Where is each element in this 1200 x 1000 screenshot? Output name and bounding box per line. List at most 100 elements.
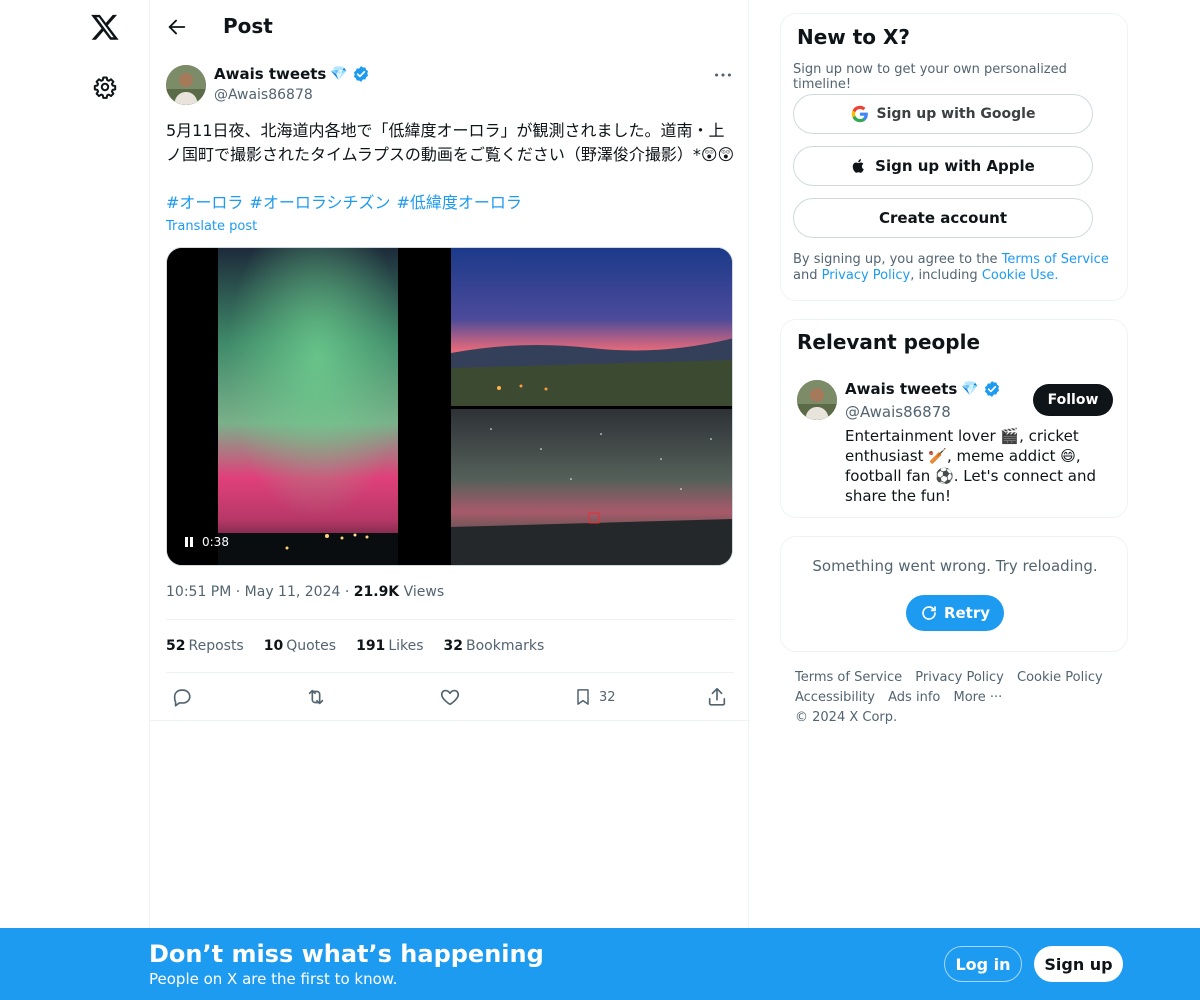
person-name-text: Awais tweets — [845, 380, 958, 398]
video-duration: 0:38 — [202, 535, 229, 549]
engagement-stats: 52 Reposts 10 Quotes 191 Likes 32 Bookmarks — [166, 638, 544, 654]
author-name-text: Awais tweets — [214, 65, 327, 83]
reply-button[interactable] — [171, 684, 193, 710]
retry-button[interactable]: Retry — [906, 595, 1004, 631]
heart-icon — [440, 689, 460, 706]
bookmarks-count: 32 — [443, 638, 464, 654]
verified-badge-icon — [353, 66, 368, 82]
reposts-count: 52 — [166, 638, 186, 654]
page-title: Post — [223, 14, 273, 38]
reposts-stat[interactable]: 52 Reposts — [166, 638, 244, 654]
person-name[interactable]: Awais tweets 💎 — [845, 380, 1001, 398]
share-button[interactable] — [706, 684, 728, 710]
divider — [150, 720, 750, 721]
quotes-count: 10 — [263, 638, 284, 654]
privacy-link[interactable]: Privacy Policy — [822, 268, 911, 283]
back-arrow-icon[interactable] — [166, 16, 188, 38]
person-handle[interactable]: @Awais86878 — [845, 403, 951, 421]
cookie-link[interactable]: Cookie Use. — [982, 268, 1059, 283]
gear-icon[interactable] — [93, 75, 117, 99]
legal-and: and — [793, 268, 822, 283]
left-rail — [0, 0, 150, 1000]
signup-legal-text: By signing up, you agree to the Terms of… — [793, 252, 1113, 284]
google-icon — [851, 105, 868, 123]
error-message: Something went wrong. Try reloading. — [812, 557, 1098, 575]
diamond-icon: 💎 — [330, 66, 348, 82]
quotes-label: Quotes — [286, 638, 337, 654]
person-bio: Entertainment lover 🎬, cricket enthusias… — [845, 427, 1096, 505]
bookmarks-stat[interactable]: 32 Bookmarks — [444, 638, 545, 654]
google-signup-button[interactable]: Sign up with Google — [793, 94, 1093, 134]
likes-label: Likes — [388, 638, 424, 654]
login-button[interactable]: Log in — [944, 946, 1022, 982]
apple-icon — [852, 159, 864, 173]
footer-more-link[interactable]: More ··· — [953, 690, 1002, 705]
x-logo-icon[interactable] — [90, 12, 120, 42]
aurora-video[interactable]: 0:38 — [167, 248, 449, 565]
repost-icon — [308, 689, 324, 705]
aurora-photo-lake[interactable] — [451, 248, 732, 406]
share-icon — [708, 687, 726, 706]
media-grid: 0:38 — [166, 247, 733, 566]
views-label: Views — [399, 584, 445, 600]
bookmark-button[interactable]: 32 — [573, 684, 616, 710]
likes-stat[interactable]: 191 Likes — [356, 638, 423, 654]
error-card: Something went wrong. Try reloading. Ret… — [780, 536, 1128, 652]
translate-post-link[interactable]: Translate post — [166, 219, 257, 234]
divider — [166, 672, 734, 673]
pause-icon[interactable] — [184, 536, 194, 548]
person-avatar[interactable] — [797, 380, 837, 420]
bookmark-count: 32 — [599, 689, 616, 705]
footer-link[interactable]: Cookie Policy — [1017, 670, 1103, 685]
author-name[interactable]: Awais tweets 💎 — [214, 65, 370, 83]
footer-link[interactable]: Ads info — [888, 690, 940, 705]
create-account-button[interactable]: Create account — [793, 198, 1093, 238]
follow-button[interactable]: Follow — [1033, 384, 1113, 416]
post-timestamp[interactable]: 10:51 PM · May 11, 2024 · — [166, 584, 354, 600]
apple-signup-button[interactable]: Sign up with Apple — [793, 146, 1093, 186]
footer-links: Terms of Service Privacy Policy Cookie P… — [795, 668, 1115, 728]
post-meta: 10:51 PM · May 11, 2024 · 21.9K Views — [166, 584, 444, 600]
legal-including: , including — [910, 268, 982, 283]
create-account-label: Create account — [878, 209, 1007, 227]
signup-subtitle: Sign up now to get your own personalized… — [793, 62, 1067, 92]
hashtag-link[interactable]: #オーロラシチズン — [249, 193, 390, 212]
relevant-people-title: Relevant people — [797, 330, 981, 354]
signup-title: New to X? — [797, 25, 911, 49]
footer-link[interactable]: Terms of Service — [795, 670, 902, 685]
quotes-stat[interactable]: 10 Quotes — [264, 638, 336, 654]
more-options-icon[interactable] — [712, 64, 734, 86]
likes-count: 191 — [356, 638, 386, 654]
signup-button[interactable]: Sign up — [1034, 946, 1123, 982]
footer-link[interactable]: Privacy Policy — [915, 670, 1004, 685]
copyright: © 2024 X Corp. — [795, 710, 898, 725]
post-text: 5月11日夜、北海道内各地で「低緯度オーロラ」が観測されました。道南・上ノ国町で… — [166, 121, 735, 164]
hashtag-link[interactable]: #オーロラ — [166, 193, 243, 212]
relevant-people-card: Relevant people Awais tweets 💎 @Awais868… — [780, 319, 1128, 518]
banner-title: Don’t miss what’s happening — [149, 940, 544, 968]
reposts-label: Reposts — [188, 638, 244, 654]
terms-link[interactable]: Terms of Service — [1002, 252, 1109, 267]
like-button[interactable] — [439, 684, 461, 710]
reply-icon — [173, 689, 191, 707]
hashtag-list: #オーロラ #オーロラシチズン #低緯度オーロラ — [166, 191, 528, 215]
aurora-photo-sky[interactable] — [451, 409, 732, 565]
repost-button[interactable] — [304, 684, 328, 710]
verified-badge-icon — [984, 381, 999, 397]
google-signup-label: Sign up with Google — [876, 106, 1036, 122]
author-avatar[interactable] — [166, 65, 206, 105]
footer-link[interactable]: Accessibility — [795, 690, 875, 705]
legal-prefix: By signing up, you agree to the — [793, 252, 1002, 267]
hashtag-link[interactable]: #低緯度オーロラ — [397, 193, 522, 212]
bookmarks-label: Bookmarks — [466, 638, 545, 654]
login-banner: Don’t miss what’s happening People on X … — [0, 928, 1200, 1000]
views-count: 21.9K — [353, 584, 400, 600]
bookmark-icon — [577, 689, 589, 705]
diamond-icon: 💎 — [961, 381, 979, 397]
retry-label: Retry — [943, 604, 991, 622]
author-handle[interactable]: @Awais86878 — [214, 87, 313, 103]
banner-subtitle: People on X are the first to know. — [149, 970, 398, 988]
post-column: Post Awais tweets 💎 @Awais86878 5月11日夜、北… — [149, 0, 750, 930]
video-controls: 0:38 — [184, 535, 229, 549]
signup-card: New to X? Sign up now to get your own pe… — [780, 13, 1128, 301]
